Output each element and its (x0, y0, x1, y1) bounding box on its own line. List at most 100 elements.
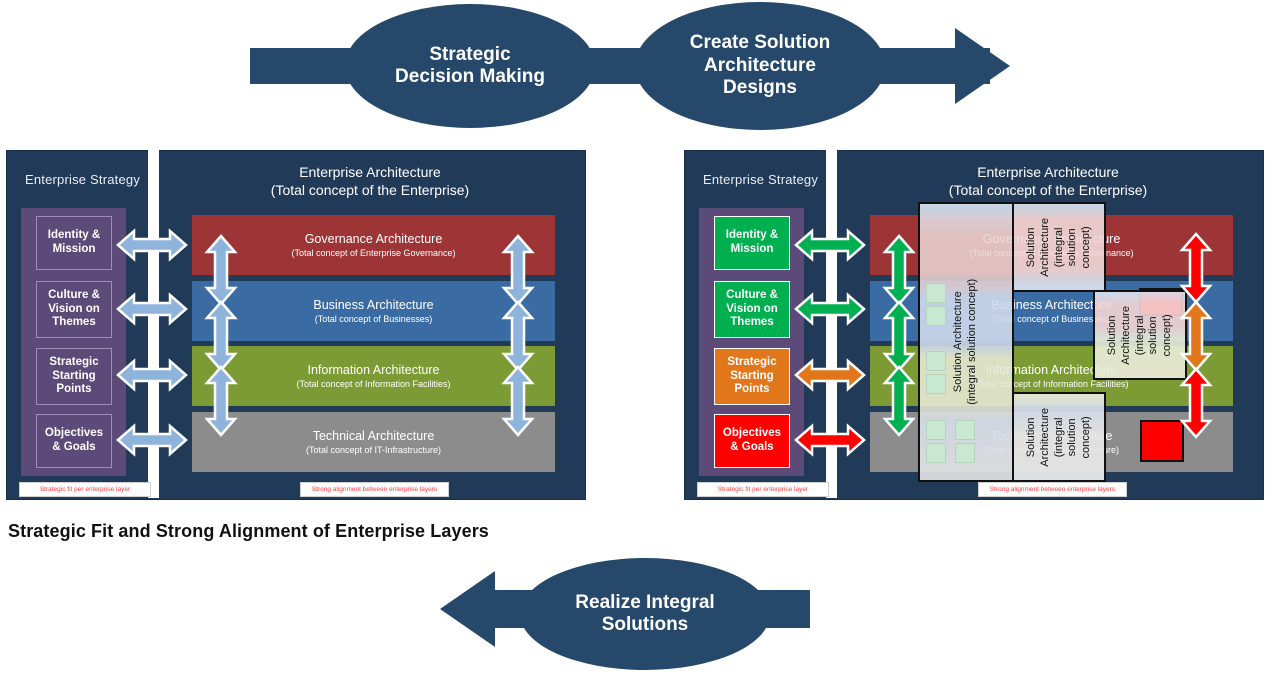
sa-card-1-line1: Solution (1024, 227, 1037, 267)
sa-card-1-line2: Architecture (1038, 217, 1051, 277)
sa-chip-2 (926, 351, 946, 371)
left-layer-3-title: Technical Architecture (312, 429, 435, 443)
left-strategy-item-1-line3: Themes (52, 316, 96, 329)
solution-architecture-card-governance[interactable]: Solution Architecture (integral solution… (1012, 202, 1106, 292)
left-strategy-item-identity-mission[interactable]: Identity & Mission (36, 216, 112, 270)
sa-chip-0 (926, 283, 946, 303)
page-caption: Strategic Fit and Strong Alignment of En… (8, 521, 489, 541)
bottom-step-realize[interactable]: Realize Integral Solutions (520, 558, 770, 670)
sa-card-3-line2: Architecture (1038, 407, 1051, 467)
right-strategy-item-1-line2: Vision on (726, 302, 778, 315)
right-strategy-item-1-line1: Culture & (726, 288, 778, 301)
left-strategy-item-0-line2: Mission (52, 243, 96, 255)
left-strategy-item-2-line1: Strategic (49, 355, 99, 368)
right-strategy-item-strategic-starting-points[interactable]: Strategic Starting Points (714, 348, 790, 405)
right-v-arrow-left-2-icon (882, 365, 916, 437)
right-strategy-item-culture-vision[interactable]: Culture & Vision on Themes (714, 281, 790, 338)
sa-card-2-line4: solution (1146, 316, 1159, 354)
right-strategy-item-2-line3: Points (734, 383, 770, 396)
sa-chip-1 (926, 306, 946, 326)
sa-card-0-line2: (integral solution concept) (966, 279, 978, 405)
left-h-arrow-1-icon (116, 292, 188, 326)
top-step-1-line1: Strategic (429, 43, 511, 65)
sa-chip-3 (926, 374, 946, 394)
solution-architecture-card-business-information[interactable]: Solution Architecture (integral solution… (1093, 290, 1187, 380)
top-step-2[interactable]: Create Solution Architecture Designs (635, 2, 885, 130)
left-layer-1-subtitle: (Total concept of Businesses) (314, 314, 433, 324)
left-v-arrow-right-1-icon (501, 300, 535, 372)
sa-card-2-line1: Solution (1105, 315, 1118, 355)
left-strategy-item-3-line1: Objectives (44, 427, 104, 440)
right-enterprise-strategy-title: Enterprise Strategy (702, 172, 819, 187)
left-strategy-item-3-line2: & Goals (52, 441, 96, 453)
left-enterprise-architecture-title: Enterprise Architecture (Total concept o… (170, 164, 570, 199)
left-v-arrow-left-1-icon (204, 300, 238, 372)
bottom-step-line2: Solutions (601, 614, 689, 635)
right-h-arrow-2-icon (794, 358, 866, 392)
solution-architecture-card-technical[interactable]: Solution Architecture (integral solution… (1012, 392, 1106, 482)
right-v-arrow-left-1-icon (882, 300, 916, 372)
red-highlight-technical (1140, 420, 1184, 462)
right-strategy-item-3-line2: & Goals (730, 441, 774, 453)
left-v-arrow-right-2-icon (501, 365, 535, 437)
right-ea-title-line1: Enterprise Architecture (977, 164, 1119, 180)
right-v-arrow-right-2-icon (1179, 367, 1213, 439)
solution-architecture-card-main[interactable]: Solution Architecture (integral solution… (918, 202, 1014, 482)
left-enterprise-strategy-title: Enterprise Strategy (24, 172, 141, 187)
solution-architecture-card-technical-text: Solution Architecture (integral solution… (1025, 408, 1094, 467)
right-note-strategic-fit: Strategic fit per enterprise layer (697, 482, 829, 497)
left-h-arrow-3-icon (116, 423, 188, 457)
right-strategy-item-2-line2: Starting (730, 369, 774, 382)
right-strategy-item-2-line1: Strategic (727, 355, 777, 368)
right-v-arrow-left-0-icon (882, 234, 916, 306)
left-v-arrow-left-2-icon (204, 365, 238, 437)
left-layer-3-subtitle: (Total concept of IT-Infrastructure) (305, 445, 442, 455)
top-step-2-line1: Create Solution (689, 32, 831, 54)
left-v-arrow-left-0-icon (204, 234, 238, 306)
sa-chip-5 (926, 443, 946, 463)
sa-card-3-line5: concept) (1079, 415, 1092, 459)
solution-architecture-card-business-information-text: Solution Architecture (integral solution… (1106, 306, 1175, 365)
top-step-2-line3: Designs (723, 77, 797, 99)
left-strategy-item-culture-vision[interactable]: Culture & Vision on Themes (36, 281, 112, 338)
left-layer-2-title: Information Architecture (307, 363, 440, 377)
sa-card-0-line1: Solution Architecture (952, 291, 965, 393)
sa-card-3-line4: solution (1065, 418, 1078, 456)
left-layer-2-subtitle: (Total concept of Information Facilities… (296, 379, 451, 389)
left-strategy-item-2-line3: Points (56, 383, 92, 396)
top-step-1-line2: Decision Making (395, 66, 545, 87)
top-step-2-line2: Architecture (704, 54, 816, 76)
left-strategy-item-1-line1: Culture & (48, 288, 100, 301)
right-strategy-item-identity-mission[interactable]: Identity & Mission (714, 216, 790, 270)
left-strategy-item-objectives-goals[interactable]: Objectives & Goals (36, 414, 112, 468)
right-strategy-item-0-line2: Mission (730, 243, 774, 255)
sa-chip-4 (926, 420, 946, 440)
top-arrow-head-icon (955, 28, 1010, 104)
left-note-strong-alignment: Strong alignment between enterprise laye… (300, 482, 449, 497)
right-v-arrow-right-0-icon (1179, 232, 1213, 304)
left-strategy-item-0-line1: Identity & (47, 229, 101, 242)
right-strategy-item-objectives-goals[interactable]: Objectives & Goals (714, 414, 790, 468)
bottom-arrow-head-icon (440, 571, 495, 647)
right-h-arrow-1-icon (794, 292, 866, 326)
left-strategy-item-strategic-starting-points[interactable]: Strategic Starting Points (36, 348, 112, 405)
left-h-arrow-0-icon (116, 228, 188, 262)
left-layer-1-title: Business Architecture (313, 298, 434, 312)
left-note-strategic-fit: Strategic fit per enterprise layer (19, 482, 151, 497)
left-ea-title-line2: (Total concept of the Enterprise) (270, 181, 470, 198)
left-strategy-item-1-line2: Vision on (48, 302, 100, 315)
sa-card-3-line1: Solution (1024, 417, 1037, 457)
right-ea-title-line2: (Total concept of the Enterprise) (948, 181, 1148, 198)
top-step-1[interactable]: Strategic Decision Making (345, 4, 595, 128)
right-v-arrow-right-1-icon (1179, 300, 1213, 372)
sa-card-3-line3: (integral (1052, 417, 1065, 457)
bottom-step-line1: Realize Integral (575, 591, 715, 613)
left-ea-title-line1: Enterprise Architecture (299, 164, 441, 180)
sa-chip-6 (955, 420, 975, 440)
sa-card-1-line5: concept) (1079, 225, 1092, 269)
sa-card-1-line4: solution (1065, 228, 1078, 266)
right-enterprise-architecture-title: Enterprise Architecture (Total concept o… (848, 164, 1248, 199)
right-h-arrow-0-icon (794, 228, 866, 262)
sa-card-1-line3: (integral (1052, 227, 1065, 267)
sa-card-2-line5: concept) (1160, 313, 1173, 357)
